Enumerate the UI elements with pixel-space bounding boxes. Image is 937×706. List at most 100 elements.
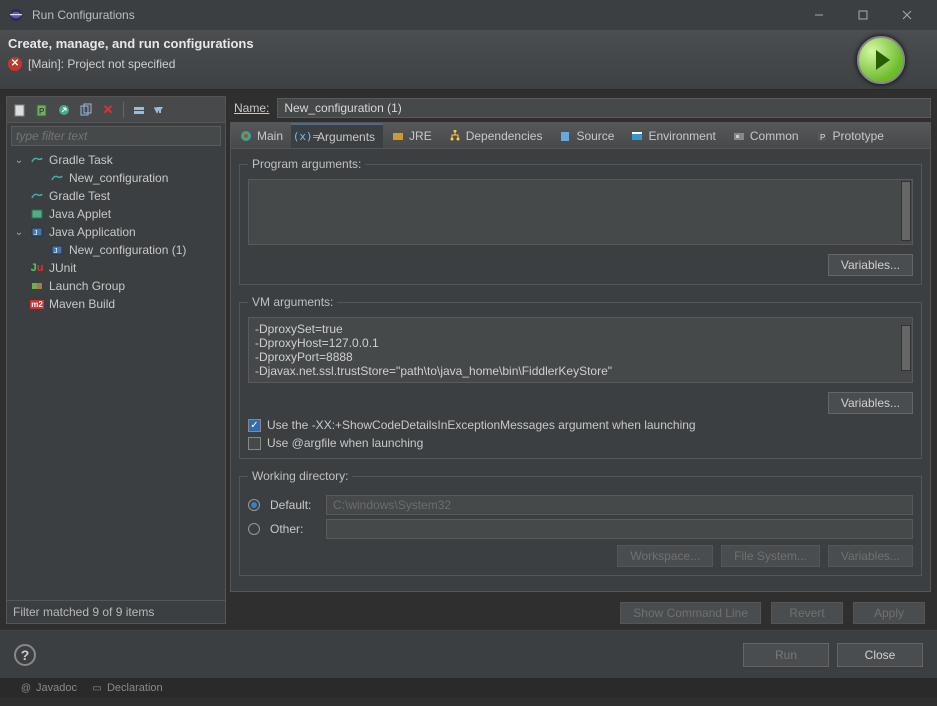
showcodedetails-checkbox[interactable]: ✓ <box>248 419 261 432</box>
chevron-down-icon[interactable]: ⌄ <box>13 155 25 166</box>
window-close-button[interactable] <box>885 0 929 30</box>
chevron-down-icon[interactable]: ⌄ <box>13 227 25 238</box>
maven-icon: m2 <box>29 297 45 311</box>
tree-node-label: New_configuration <box>69 171 168 185</box>
config-tree[interactable]: ⌄ Gradle Task New_configuration Gradle Test… <box>7 149 225 600</box>
new-prototype-icon[interactable]: P <box>33 101 51 119</box>
tab-label: Main <box>257 129 283 143</box>
title-bar: Run Configurations <box>0 0 937 30</box>
tree-node-label: Java Application <box>49 225 136 239</box>
tree-filter-input[interactable] <box>11 126 221 146</box>
tree-node[interactable]: m2 Maven Build <box>7 295 225 313</box>
vm-arguments-legend: VM arguments: <box>248 295 337 309</box>
common-tab-icon <box>732 129 746 143</box>
apply-button[interactable]: Apply <box>853 602 925 624</box>
help-button[interactable]: ? <box>14 644 36 666</box>
duplicate-icon[interactable] <box>77 101 95 119</box>
argfile-checkbox[interactable] <box>248 437 261 450</box>
tab-label: Arguments <box>317 130 375 144</box>
tree-toolbar: P ✕ ▾ <box>7 97 225 123</box>
dialog-title: Create, manage, and run configurations <box>8 36 857 51</box>
filesystem-button[interactable]: File System... <box>721 545 820 567</box>
filter-icon[interactable]: ▾ <box>152 101 170 119</box>
close-button[interactable]: Close <box>837 643 923 667</box>
show-command-line-button[interactable]: Show Command Line <box>620 602 761 624</box>
toolbar-separator <box>123 102 124 118</box>
window-maximize-button[interactable] <box>841 0 885 30</box>
declaration-view-tab[interactable]: ▭ Declaration <box>91 682 163 694</box>
config-name-input[interactable] <box>277 98 931 118</box>
detail-action-row: Show Command Line Revert Apply <box>230 602 931 624</box>
java-icon: J <box>29 225 45 239</box>
run-button[interactable]: Run <box>743 643 829 667</box>
javadoc-view-tab[interactable]: @ Javadoc <box>20 682 77 694</box>
tab-label: Prototype <box>833 129 884 143</box>
collapse-all-icon[interactable] <box>130 101 148 119</box>
tree-node[interactable]: Gradle Test <box>7 187 225 205</box>
tab-label: Source <box>576 129 614 143</box>
junit-icon: Ju <box>29 261 45 275</box>
program-args-variables-button[interactable]: Variables... <box>828 254 913 276</box>
working-dir-other-radio[interactable] <box>248 523 260 535</box>
name-label: Name: <box>234 101 269 115</box>
showcodedetails-label: Use the -XX:+ShowCodeDetailsInExceptionM… <box>267 418 696 432</box>
dialog-footer: ? Run Close <box>0 630 937 678</box>
tree-node[interactable]: Java Applet <box>7 205 225 223</box>
tree-node[interactable]: ⌄ Gradle Task <box>7 151 225 169</box>
window-minimize-button[interactable] <box>797 0 841 30</box>
tree-node-label: New_configuration (1) <box>69 243 186 257</box>
tree-node[interactable]: New_configuration <box>7 169 225 187</box>
new-config-icon[interactable] <box>11 101 29 119</box>
workspace-button[interactable]: Workspace... <box>617 545 713 567</box>
config-detail-panel: Name: Main (x)=ArgumentsJREDependencies So… <box>230 96 931 624</box>
tree-node-label: Maven Build <box>49 297 115 311</box>
program-arguments-textarea[interactable] <box>248 179 913 245</box>
tree-node[interactable]: Launch Group <box>7 277 225 295</box>
tab-arguments[interactable]: (x)=Arguments <box>291 123 383 148</box>
working-dir-other-label: Other: <box>270 522 316 536</box>
tab-prototype[interactable]: P Prototype <box>807 123 892 148</box>
tab-label: Common <box>750 129 799 143</box>
tab-dependencies[interactable]: Dependencies <box>440 123 551 148</box>
tab-main[interactable]: Main <box>231 123 291 148</box>
declaration-icon: ▭ <box>91 682 103 694</box>
environment-tab-icon <box>630 129 644 143</box>
ide-bottom-strip: @ Javadoc ▭ Declaration <box>0 678 937 698</box>
working-directory-legend: Working directory: <box>248 469 352 483</box>
tree-node[interactable]: J New_configuration (1) <box>7 241 225 259</box>
tree-node[interactable]: JuJUnit <box>7 259 225 277</box>
tree-node[interactable]: ⌄ J Java Application <box>7 223 225 241</box>
working-dir-default-input <box>326 495 913 515</box>
tab-jre[interactable]: JRE <box>383 123 440 148</box>
vm-args-variables-button[interactable]: Variables... <box>828 392 913 414</box>
delete-icon[interactable]: ✕ <box>99 101 117 119</box>
java-icon: J <box>49 243 65 257</box>
jre-tab-icon <box>391 129 405 143</box>
tree-node-label: Gradle Test <box>49 189 110 203</box>
svg-text:P: P <box>820 133 825 142</box>
working-directory-group: Working directory: Default: Other: Works… <box>239 469 922 576</box>
svg-text:J: J <box>34 230 38 237</box>
tab-source[interactable]: Source <box>550 123 622 148</box>
scrollbar-thumb[interactable] <box>901 181 911 241</box>
working-dir-variables-button[interactable]: Variables... <box>828 545 913 567</box>
run-icon <box>857 36 905 84</box>
revert-button[interactable]: Revert <box>771 602 843 624</box>
tab-environment[interactable]: Environment <box>622 123 723 148</box>
config-tree-panel: P ✕ ▾ ⌄ Gradle Task New_configuration Gradl… <box>6 96 226 624</box>
working-dir-default-radio[interactable] <box>248 499 260 511</box>
gradle-icon <box>49 171 65 185</box>
vm-arguments-textarea[interactable] <box>248 317 913 383</box>
scrollbar-thumb[interactable] <box>901 325 911 371</box>
prototype-tab-icon: P <box>815 129 829 143</box>
program-arguments-legend: Program arguments: <box>248 157 365 171</box>
tab-common[interactable]: Common <box>724 123 807 148</box>
launchgroup-icon <box>29 279 45 293</box>
error-text: [Main]: Project not specified <box>28 57 175 71</box>
working-dir-other-input[interactable] <box>326 519 913 539</box>
tree-node-label: Gradle Task <box>49 153 113 167</box>
svg-text:P: P <box>39 107 44 116</box>
eclipse-icon <box>8 7 24 23</box>
export-icon[interactable] <box>55 101 73 119</box>
argfile-label: Use @argfile when launching <box>267 436 423 450</box>
